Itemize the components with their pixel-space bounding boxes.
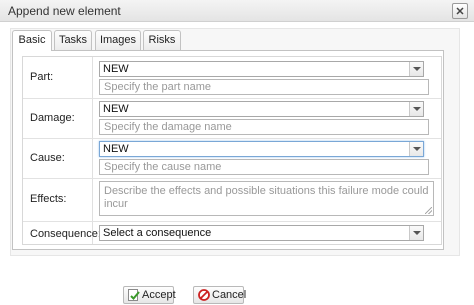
part-select[interactable]: NEW [99, 61, 424, 77]
part-label: Part: [30, 71, 54, 83]
resize-handle[interactable] [425, 207, 432, 214]
effects-placeholder: Describe the effects and possible situat… [104, 185, 429, 210]
close-button[interactable] [452, 3, 468, 19]
consequence-label: Consequence: [30, 228, 101, 240]
tab-risks[interactable]: Risks [143, 30, 181, 50]
row-divider [23, 178, 441, 179]
damage-select[interactable]: NEW [99, 101, 424, 117]
title-bar[interactable]: Append new element [0, 0, 474, 22]
effects-textarea[interactable]: Describe the effects and possible situat… [99, 181, 434, 216]
effects-label: Effects: [30, 193, 67, 205]
append-element-dialog: Append new element Basic Tasks Images Ri… [0, 0, 474, 305]
consequence-select[interactable]: Select a consequence [99, 225, 424, 241]
basic-form: Part: NEW Specify the part name Damage: … [22, 56, 442, 245]
close-icon [456, 7, 464, 15]
chevron-down-icon[interactable] [409, 102, 423, 116]
dialog-title: Append new element [8, 4, 121, 18]
chevron-down-icon[interactable] [409, 226, 423, 240]
label-column [23, 57, 93, 244]
consequence-select-value: Select a consequence [103, 227, 212, 239]
damage-select-value: NEW [103, 103, 129, 115]
tab-images[interactable]: Images [95, 30, 141, 50]
tab-images-label: Images [99, 34, 137, 46]
cause-name-placeholder: Specify the cause name [104, 161, 222, 173]
cause-name-input[interactable]: Specify the cause name [99, 159, 429, 175]
cause-select[interactable]: NEW [99, 141, 424, 157]
part-select-value: NEW [103, 63, 129, 75]
chevron-down-icon[interactable] [409, 62, 423, 76]
cause-select-value: NEW [103, 143, 129, 155]
tab-tasks-label: Tasks [58, 34, 88, 46]
accept-label: Accept [142, 289, 176, 301]
damage-name-input[interactable]: Specify the damage name [99, 119, 429, 135]
cancel-icon [198, 289, 210, 301]
row-divider [23, 98, 441, 99]
tab-basic-label: Basic [18, 34, 46, 46]
tab-tasks[interactable]: Tasks [54, 30, 92, 50]
row-divider [23, 221, 441, 222]
tab-basic[interactable]: Basic [12, 30, 52, 51]
tab-risks-label: Risks [148, 34, 176, 46]
part-name-placeholder: Specify the part name [104, 81, 212, 93]
accept-button[interactable]: Accept [123, 286, 176, 304]
row-divider [23, 138, 441, 139]
accept-icon [128, 289, 140, 301]
part-name-input[interactable]: Specify the part name [99, 79, 429, 95]
chevron-down-icon[interactable] [409, 142, 423, 156]
cause-label: Cause: [30, 152, 65, 164]
cancel-button[interactable]: Cancel [193, 286, 247, 304]
damage-label: Damage: [30, 112, 75, 124]
damage-name-placeholder: Specify the damage name [104, 121, 232, 133]
cancel-label: Cancel [212, 289, 247, 301]
